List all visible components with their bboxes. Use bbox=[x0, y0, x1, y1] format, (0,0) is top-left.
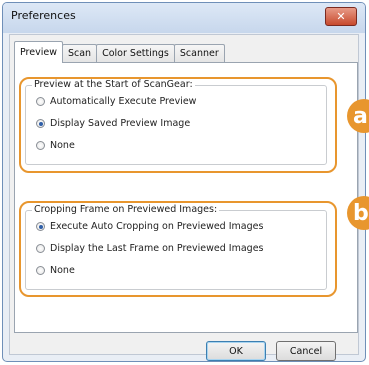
cropping-frame-group: Cropping Frame on Previewed Images: Exec… bbox=[25, 204, 327, 290]
cancel-button[interactable]: Cancel bbox=[276, 341, 336, 361]
radio-cropping-none[interactable]: None bbox=[36, 265, 75, 276]
radio-display-last-frame[interactable]: Display the Last Frame on Previewed Imag… bbox=[36, 243, 264, 254]
tab-strip: Preview Scan Color Settings Scanner bbox=[14, 41, 225, 63]
preferences-window: Preferences ✕ Preview Scan Color Setting… bbox=[2, 2, 366, 362]
preview-start-legend: Preview at the Start of ScanGear: bbox=[32, 79, 195, 90]
radio-button-selected[interactable] bbox=[36, 222, 45, 231]
preview-tab-panel: Preview at the Start of ScanGear: Automa… bbox=[14, 62, 358, 333]
option-label: None bbox=[50, 265, 75, 276]
radio-button[interactable] bbox=[36, 244, 45, 253]
radio-preview-none[interactable]: None bbox=[36, 140, 75, 151]
tab-preview[interactable]: Preview bbox=[14, 41, 63, 63]
title-bar[interactable]: Preferences ✕ bbox=[3, 3, 365, 33]
callout-letter-a: a bbox=[353, 103, 368, 129]
radio-execute-auto-cropping[interactable]: Execute Auto Cropping on Previewed Image… bbox=[36, 221, 263, 232]
radio-button[interactable] bbox=[36, 97, 45, 106]
callout-letter-b: b bbox=[353, 200, 369, 226]
window-title: Preferences bbox=[11, 9, 76, 22]
close-button[interactable]: ✕ bbox=[325, 7, 357, 26]
radio-button[interactable] bbox=[36, 141, 45, 150]
option-label: Execute Auto Cropping on Previewed Image… bbox=[50, 221, 264, 232]
radio-display-saved-preview[interactable]: Display Saved Preview Image bbox=[36, 118, 190, 129]
option-label: None bbox=[50, 140, 75, 151]
option-label: Automatically Execute Preview bbox=[50, 96, 197, 107]
preview-start-group: Preview at the Start of ScanGear: Automa… bbox=[25, 79, 327, 165]
dialog-body: Preview Scan Color Settings Scanner Prev… bbox=[9, 34, 359, 361]
radio-button[interactable] bbox=[36, 266, 45, 275]
tab-scanner[interactable]: Scanner bbox=[173, 44, 225, 63]
radio-auto-execute-preview[interactable]: Automatically Execute Preview bbox=[36, 96, 196, 107]
option-label: Display Saved Preview Image bbox=[50, 118, 191, 129]
tab-color-settings[interactable]: Color Settings bbox=[96, 44, 175, 63]
close-icon: ✕ bbox=[336, 10, 346, 23]
ok-button[interactable]: OK bbox=[206, 341, 266, 361]
tab-scan[interactable]: Scan bbox=[61, 44, 98, 63]
radio-button-selected[interactable] bbox=[36, 119, 45, 128]
option-label: Display the Last Frame on Previewed Imag… bbox=[50, 243, 264, 254]
cropping-frame-legend: Cropping Frame on Previewed Images: bbox=[32, 204, 220, 215]
